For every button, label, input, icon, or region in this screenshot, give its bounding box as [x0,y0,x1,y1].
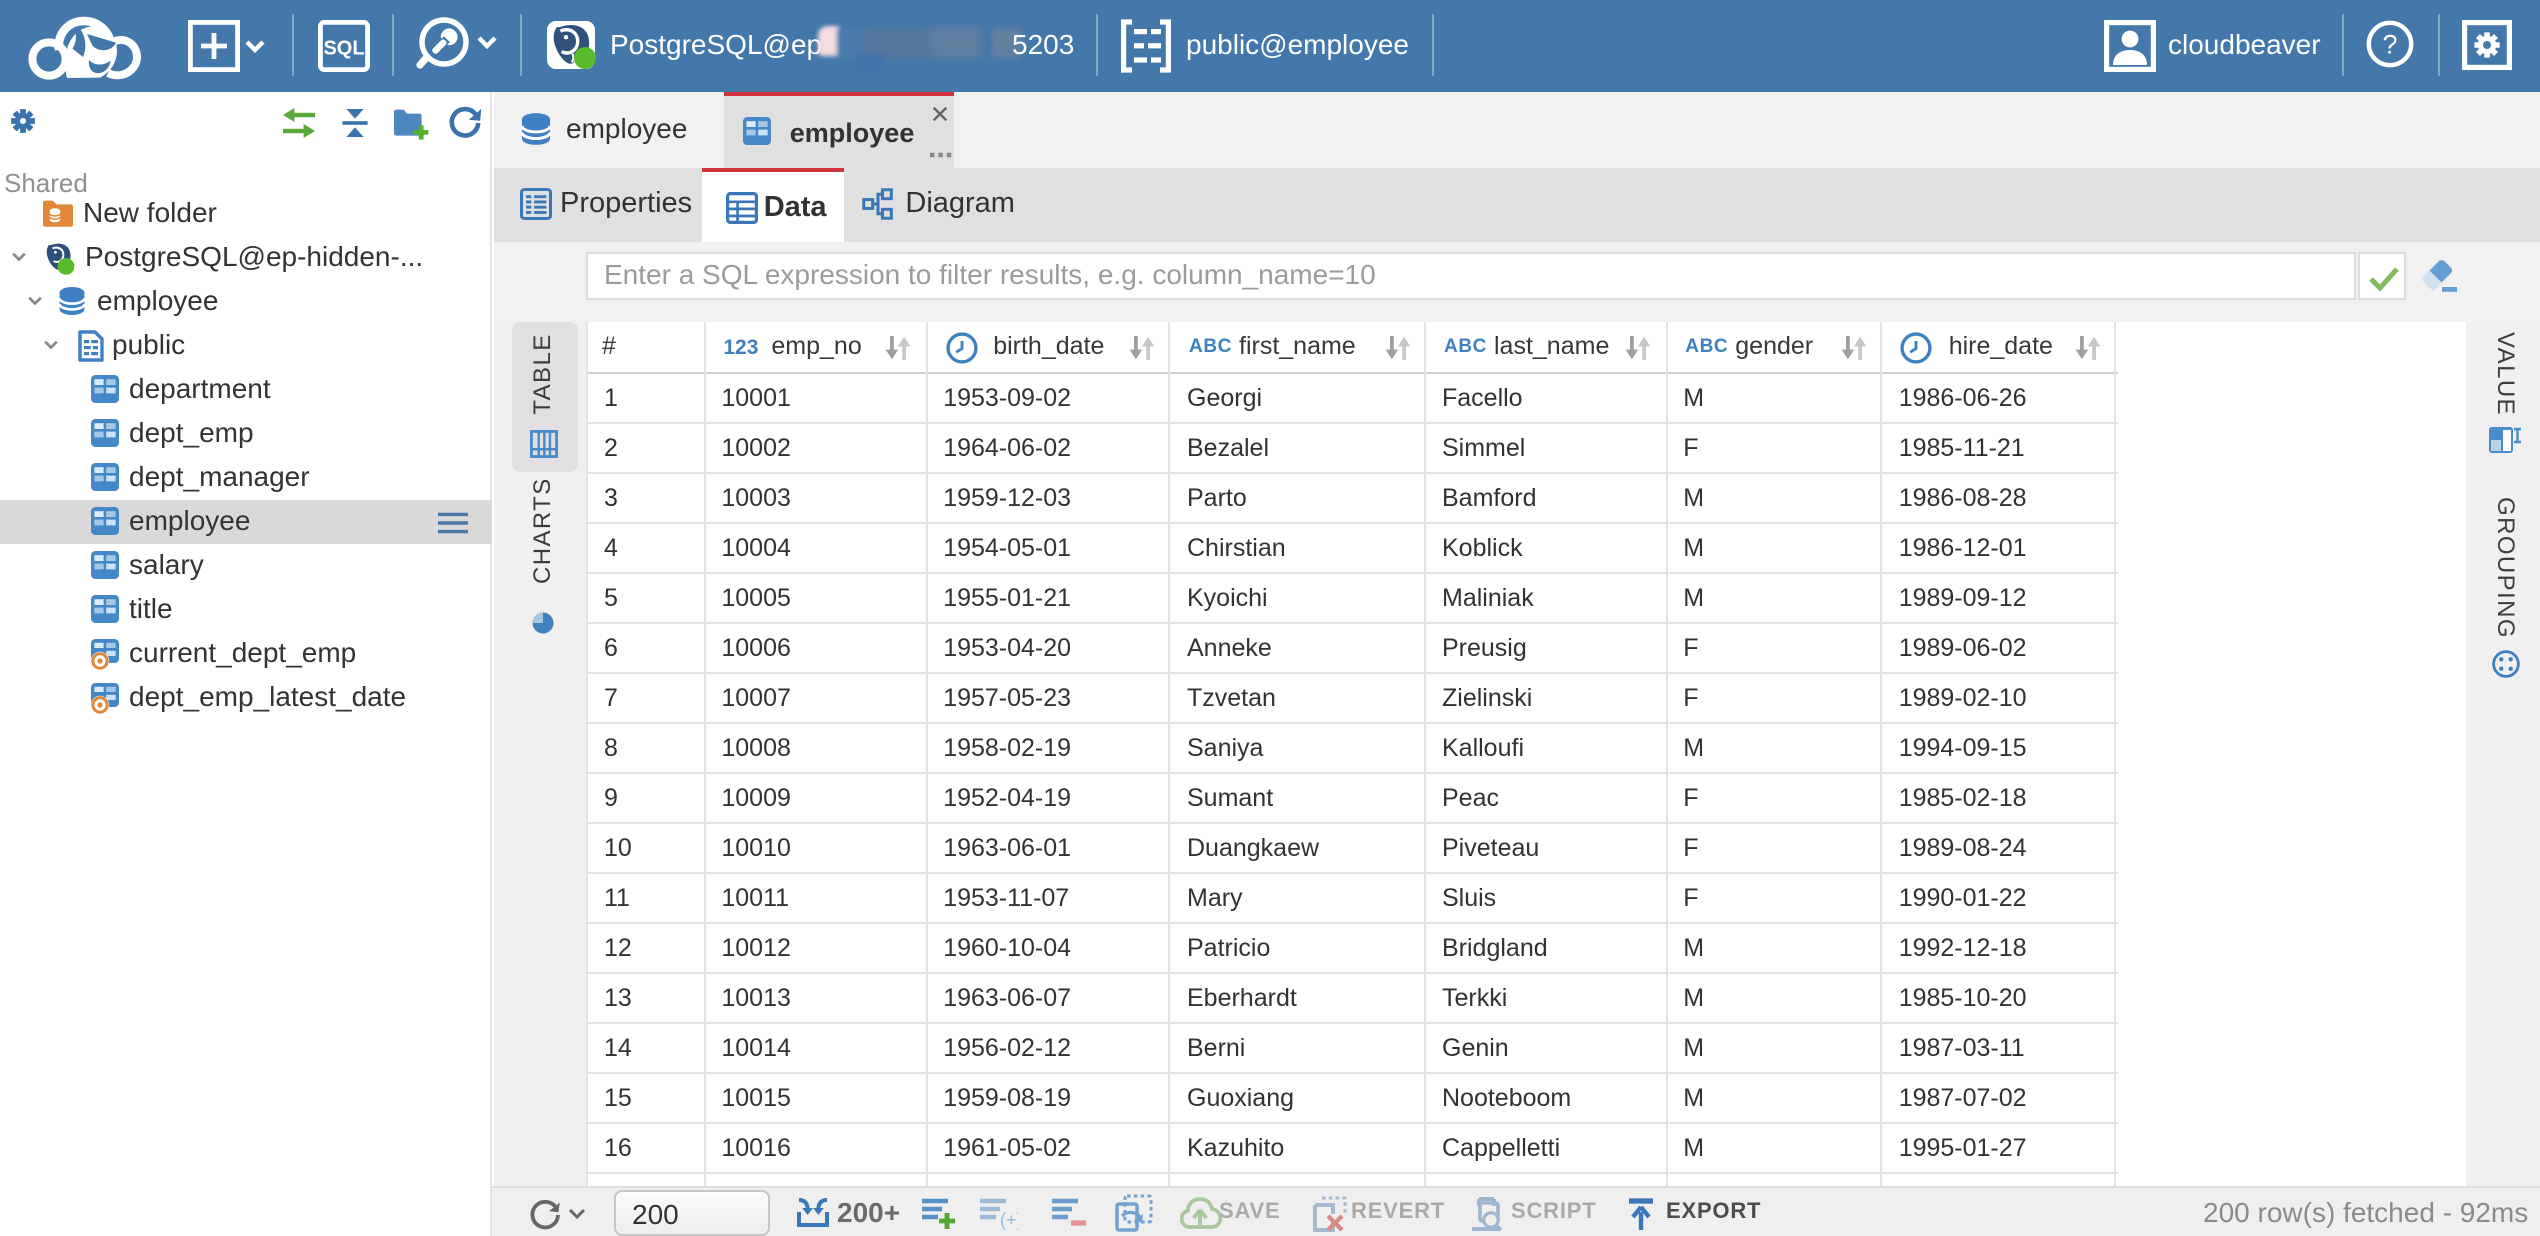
svg-text:?: ? [2382,30,2397,60]
svg-text:SQL: SQL [322,36,363,58]
svg-text:(+): (+) [1000,1210,1018,1230]
